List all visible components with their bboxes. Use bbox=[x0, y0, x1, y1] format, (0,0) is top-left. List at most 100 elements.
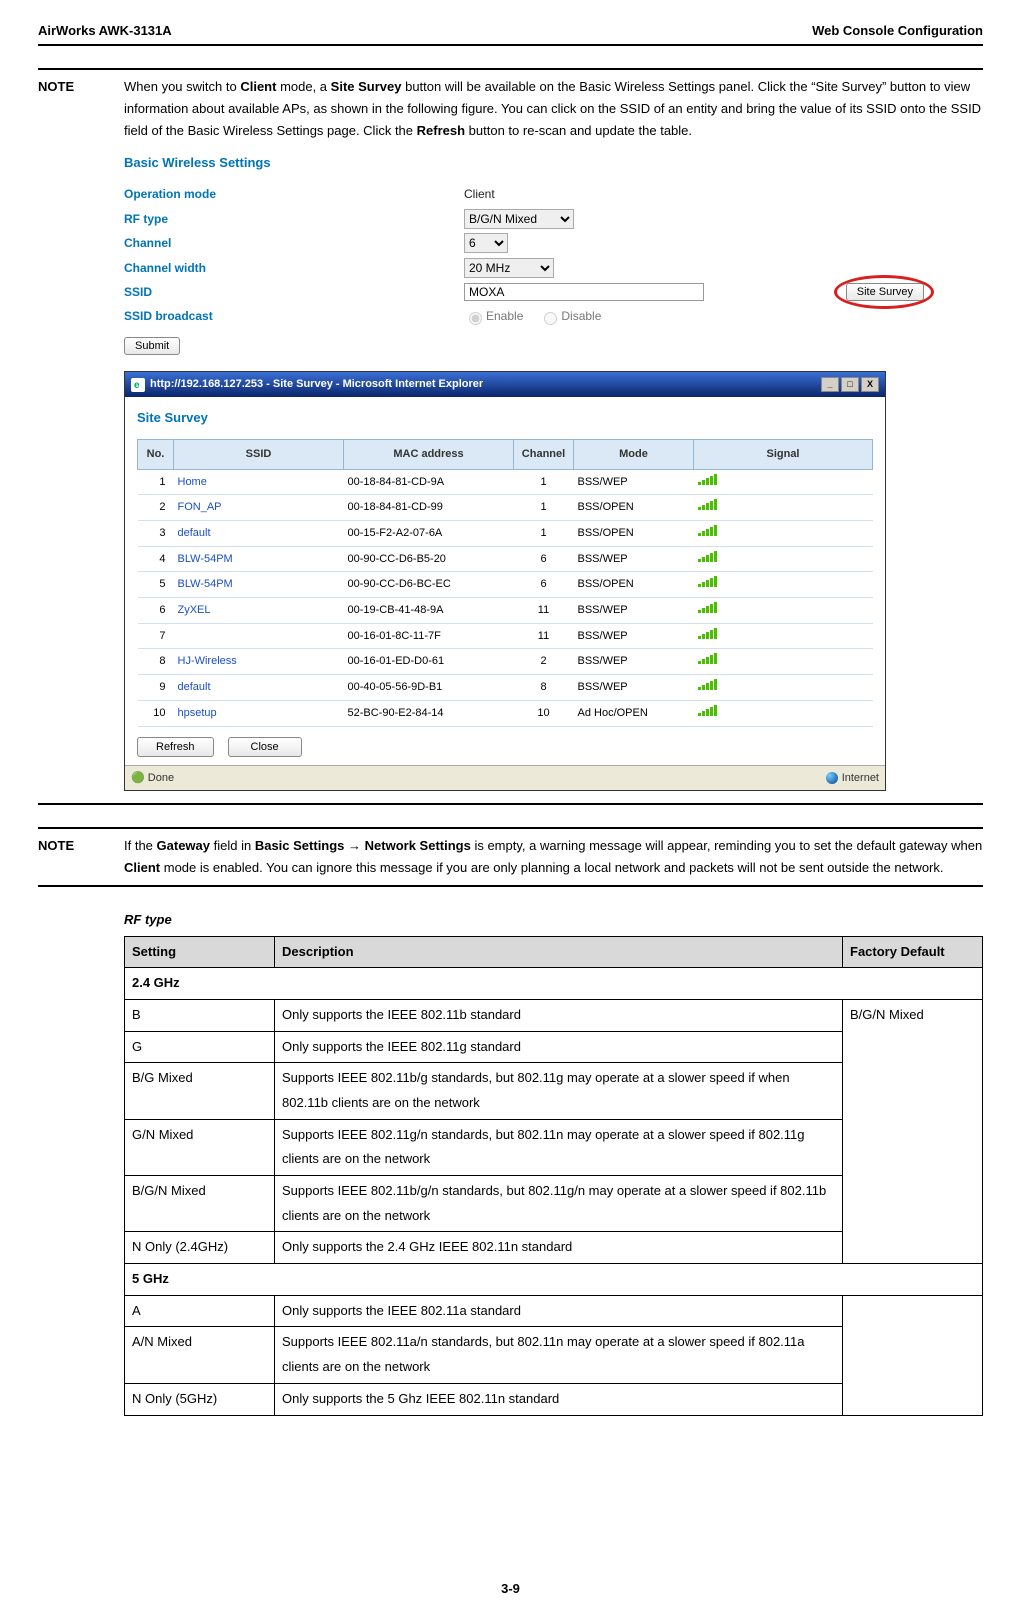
cell-desc: Supports IEEE 802.11b/g standards, but 8… bbox=[275, 1063, 843, 1119]
cell-setting: B bbox=[125, 999, 275, 1031]
th-mac: MAC address bbox=[344, 439, 514, 469]
maximize-button[interactable]: □ bbox=[841, 377, 859, 392]
cell-signal bbox=[694, 495, 873, 521]
bws-ssid-input[interactable] bbox=[464, 283, 704, 301]
table-row: 6ZyXEL00-19-CB-41-48-9A11BSS/WEP bbox=[138, 598, 873, 624]
page-number: 3-9 bbox=[0, 1578, 1021, 1600]
cell-default-5 bbox=[843, 1295, 983, 1415]
cell-signal bbox=[694, 572, 873, 598]
site-survey-title: Site Survey bbox=[137, 407, 873, 429]
refresh-button[interactable]: Refresh bbox=[137, 737, 214, 757]
rf-24ghz-header: 2.4 GHz bbox=[125, 968, 983, 1000]
bws-chwidth-label: Channel width bbox=[124, 258, 464, 278]
t: mode is enabled. You can ignore this mes… bbox=[160, 860, 943, 875]
cell-desc: Only supports the IEEE 802.11g standard bbox=[275, 1031, 843, 1063]
bws-rftype-select[interactable]: B/G/N Mixed bbox=[464, 209, 574, 229]
bws-broadcast-label: SSID broadcast bbox=[124, 306, 464, 326]
t: If the bbox=[124, 838, 157, 853]
cell-mac: 00-16-01-8C-11-7F bbox=[344, 623, 514, 649]
bws-channel-select[interactable]: 6 bbox=[464, 233, 508, 253]
cell-signal bbox=[694, 700, 873, 726]
cell-mode: BSS/WEP bbox=[574, 649, 694, 675]
b: Basic Settings bbox=[255, 838, 345, 853]
cell-mode: BSS/WEP bbox=[574, 623, 694, 649]
cell-mac: 52-BC-90-E2-84-14 bbox=[344, 700, 514, 726]
cell-setting: B/G Mixed bbox=[125, 1063, 275, 1119]
signal-icon bbox=[698, 498, 717, 510]
bws-rftype-label: RF type bbox=[124, 209, 464, 229]
cell-ssid[interactable]: BLW-54PM bbox=[174, 546, 344, 572]
submit-button[interactable]: Submit bbox=[124, 337, 180, 355]
note-body-2: If the Gateway field in Basic Settings →… bbox=[124, 835, 983, 879]
cell-ssid[interactable]: BLW-54PM bbox=[174, 572, 344, 598]
cell-ssid[interactable]: Home bbox=[174, 469, 344, 495]
cell-no: 8 bbox=[138, 649, 174, 675]
cell-ssid[interactable]: default bbox=[174, 675, 344, 701]
cell-setting: N Only (5GHz) bbox=[125, 1383, 275, 1415]
cell-no: 6 bbox=[138, 598, 174, 624]
cell-setting: G bbox=[125, 1031, 275, 1063]
cell-desc: Supports IEEE 802.11g/n standards, but 8… bbox=[275, 1119, 843, 1175]
cell-mac: 00-15-F2-A2-07-6A bbox=[344, 521, 514, 547]
cell-mode: BSS/OPEN bbox=[574, 572, 694, 598]
cell-ssid[interactable] bbox=[174, 623, 344, 649]
cell-desc: Only supports the IEEE 802.11a standard bbox=[275, 1295, 843, 1327]
b: Client bbox=[240, 79, 276, 94]
table-row: 700-16-01-8C-11-7F11BSS/WEP bbox=[138, 623, 873, 649]
table-row: 3default00-15-F2-A2-07-6A1BSS/OPEN bbox=[138, 521, 873, 547]
bws-title: Basic Wireless Settings bbox=[124, 152, 924, 174]
t: Disable bbox=[561, 306, 601, 326]
minimize-button[interactable]: _ bbox=[821, 377, 839, 392]
bws-disable-radio[interactable]: Disable bbox=[539, 306, 601, 326]
cell-ssid[interactable]: FON_AP bbox=[174, 495, 344, 521]
ie-popup-window: http://192.168.127.253 - Site Survey - M… bbox=[124, 371, 886, 791]
close-button[interactable]: X bbox=[861, 377, 879, 392]
cell-no: 2 bbox=[138, 495, 174, 521]
close-popup-button[interactable]: Close bbox=[228, 737, 302, 757]
cell-signal bbox=[694, 546, 873, 572]
table-row: 4BLW-54PM00-90-CC-D6-B5-206BSS/WEP bbox=[138, 546, 873, 572]
th-ssid: SSID bbox=[174, 439, 344, 469]
note-block-2: NOTE If the Gateway field in Basic Setti… bbox=[38, 827, 983, 887]
th-channel: Channel bbox=[514, 439, 574, 469]
cell-desc: Supports IEEE 802.11a/n standards, but 8… bbox=[275, 1327, 843, 1383]
cell-signal bbox=[694, 649, 873, 675]
cell-signal bbox=[694, 675, 873, 701]
th-default: Factory Default bbox=[843, 936, 983, 968]
note-block-1: NOTE When you switch to Client mode, a S… bbox=[38, 68, 983, 805]
cell-mac: 00-16-01-ED-D0-61 bbox=[344, 649, 514, 675]
note-label: NOTE bbox=[38, 76, 124, 98]
cell-channel: 1 bbox=[514, 495, 574, 521]
cell-desc: Only supports the 2.4 GHz IEEE 802.11n s… bbox=[275, 1232, 843, 1264]
cell-no: 4 bbox=[138, 546, 174, 572]
ie-title-text: http://192.168.127.253 - Site Survey - M… bbox=[150, 375, 483, 394]
signal-icon bbox=[698, 524, 717, 536]
cell-no: 5 bbox=[138, 572, 174, 598]
bws-enable-radio[interactable]: Enable bbox=[464, 306, 523, 326]
b: Refresh bbox=[417, 123, 465, 138]
site-survey-button[interactable]: Site Survey bbox=[846, 283, 924, 301]
th-no: No. bbox=[138, 439, 174, 469]
cell-ssid[interactable]: hpsetup bbox=[174, 700, 344, 726]
cell-channel: 10 bbox=[514, 700, 574, 726]
cell-ssid[interactable]: HJ-Wireless bbox=[174, 649, 344, 675]
table-row: 2FON_AP00-18-84-81-CD-991BSS/OPEN bbox=[138, 495, 873, 521]
cell-channel: 6 bbox=[514, 572, 574, 598]
ie-status-internet: Internet bbox=[842, 769, 879, 788]
table-row: 1Home00-18-84-81-CD-9A1BSS/WEP bbox=[138, 469, 873, 495]
cell-mode: Ad Hoc/OPEN bbox=[574, 700, 694, 726]
cell-ssid[interactable]: default bbox=[174, 521, 344, 547]
cell-no: 3 bbox=[138, 521, 174, 547]
cell-mode: BSS/WEP bbox=[574, 546, 694, 572]
bws-ssid-label: SSID bbox=[124, 282, 464, 302]
signal-icon bbox=[698, 473, 717, 485]
site-survey-table: No. SSID MAC address Channel Mode Signal… bbox=[137, 439, 873, 727]
bws-chwidth-select[interactable]: 20 MHz bbox=[464, 258, 554, 278]
header-left: AirWorks AWK-3131A bbox=[38, 20, 172, 42]
cell-signal bbox=[694, 469, 873, 495]
b: Gateway bbox=[157, 838, 210, 853]
b: Client bbox=[124, 860, 160, 875]
table-row: 5BLW-54PM00-90-CC-D6-BC-EC6BSS/OPEN bbox=[138, 572, 873, 598]
cell-channel: 1 bbox=[514, 521, 574, 547]
cell-ssid[interactable]: ZyXEL bbox=[174, 598, 344, 624]
